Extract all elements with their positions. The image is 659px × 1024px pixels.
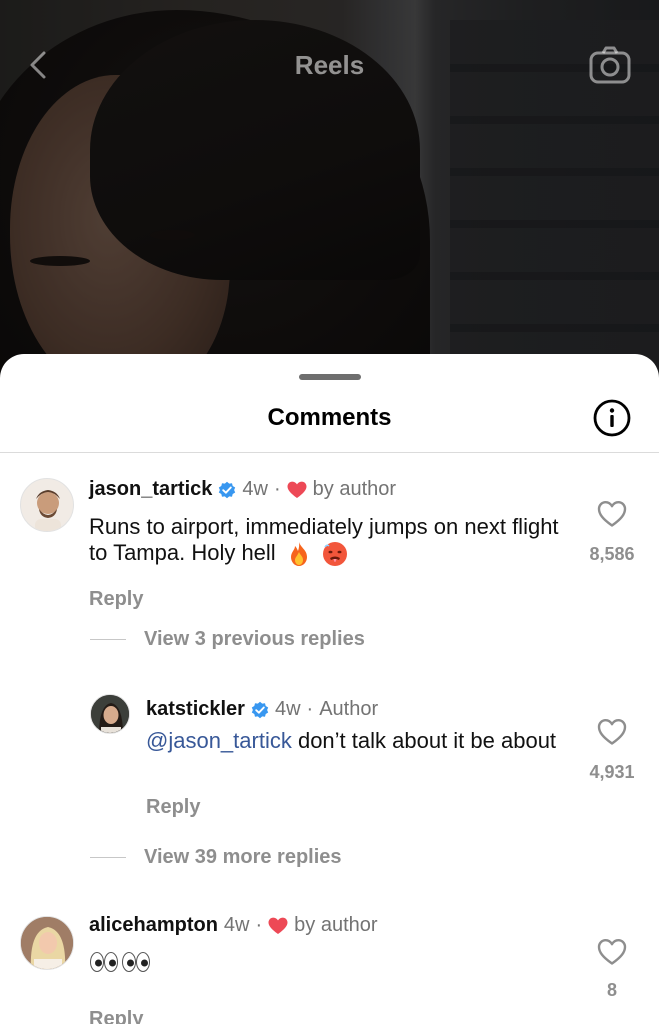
replies-line bbox=[90, 857, 126, 858]
heart-outline-icon[interactable] bbox=[597, 718, 627, 746]
like-count: 8 bbox=[606, 980, 617, 1000]
heart-filled-icon bbox=[268, 917, 288, 934]
info-icon[interactable] bbox=[592, 398, 632, 438]
sheet-title: Comments bbox=[267, 404, 392, 431]
meta-separator: · bbox=[306, 698, 314, 720]
reply-button[interactable]: Reply bbox=[89, 588, 143, 611]
comment-text bbox=[89, 948, 289, 974]
view-more-replies-label: View 39 more replies bbox=[144, 846, 342, 868]
reels-topbar: Reels bbox=[0, 38, 659, 94]
liked-by-author-label: by author bbox=[294, 914, 378, 936]
comment-meta: katstickler 4w · Author bbox=[146, 698, 378, 721]
comment-time: 4w bbox=[274, 698, 301, 720]
screen: Reels Comments jason_tartick 4w · by aut… bbox=[0, 0, 659, 1024]
comment-time: 4w bbox=[242, 478, 268, 500]
avatar-image bbox=[91, 695, 129, 733]
hot-face-emoji-icon bbox=[322, 542, 347, 567]
comment-meta: jason_tartick 4w · by author bbox=[89, 478, 396, 501]
reply-button[interactable]: Reply bbox=[146, 796, 200, 819]
liked-by-author-label: by author bbox=[312, 478, 397, 500]
eyes-emoji-icon bbox=[90, 952, 118, 973]
sheet-divider bbox=[0, 452, 659, 453]
verified-badge-icon bbox=[219, 481, 236, 498]
avatar-image bbox=[21, 917, 73, 969]
heart-outline-icon[interactable] bbox=[597, 938, 627, 966]
reply-button[interactable]: Reply bbox=[89, 1008, 143, 1024]
comment-username[interactable]: alicehampton bbox=[89, 914, 218, 937]
verified-badge-icon bbox=[251, 701, 269, 718]
comment-text: @jason_tartick don’t talk about it be ab… bbox=[146, 728, 566, 754]
reels-title: Reels bbox=[294, 50, 365, 80]
like-count: 8,586 bbox=[589, 544, 635, 564]
comment-body: don’t talk about it be about bbox=[291, 728, 557, 753]
avatar[interactable] bbox=[20, 916, 74, 970]
replies-line bbox=[90, 639, 126, 640]
heart-outline-icon[interactable] bbox=[597, 500, 627, 528]
view-previous-replies-label: View 3 previous replies bbox=[144, 628, 365, 650]
heart-filled-icon bbox=[287, 481, 307, 498]
camera-icon[interactable] bbox=[588, 45, 632, 85]
sheet-grabber[interactable] bbox=[299, 374, 361, 380]
view-previous-replies-button[interactable]: View 3 previous replies bbox=[90, 628, 365, 651]
avatar[interactable] bbox=[90, 694, 130, 734]
eyes-emoji-icon bbox=[122, 952, 150, 973]
mention-link[interactable]: @jason_tartick bbox=[146, 728, 292, 753]
avatar-image bbox=[35, 490, 61, 531]
view-more-replies-button[interactable]: View 39 more replies bbox=[90, 846, 342, 869]
comment-time: 4w bbox=[223, 914, 250, 936]
fire-emoji-icon bbox=[290, 542, 307, 567]
comment-text: Runs to airport, immediately jumps on ne… bbox=[89, 514, 569, 567]
like-count: 4,931 bbox=[589, 762, 635, 782]
comment-meta: alicehampton 4w · by author bbox=[89, 914, 378, 937]
avatar[interactable] bbox=[20, 478, 74, 532]
comment-username[interactable]: jason_tartick bbox=[89, 478, 212, 501]
comments-sheet: Comments jason_tartick 4w · by author Ru… bbox=[0, 354, 659, 1024]
author-label: Author bbox=[319, 698, 379, 720]
meta-separator: · bbox=[273, 478, 281, 500]
comment-username[interactable]: katstickler bbox=[146, 698, 245, 721]
meta-separator: · bbox=[255, 914, 263, 936]
reel-video[interactable]: Reels bbox=[0, 0, 659, 380]
